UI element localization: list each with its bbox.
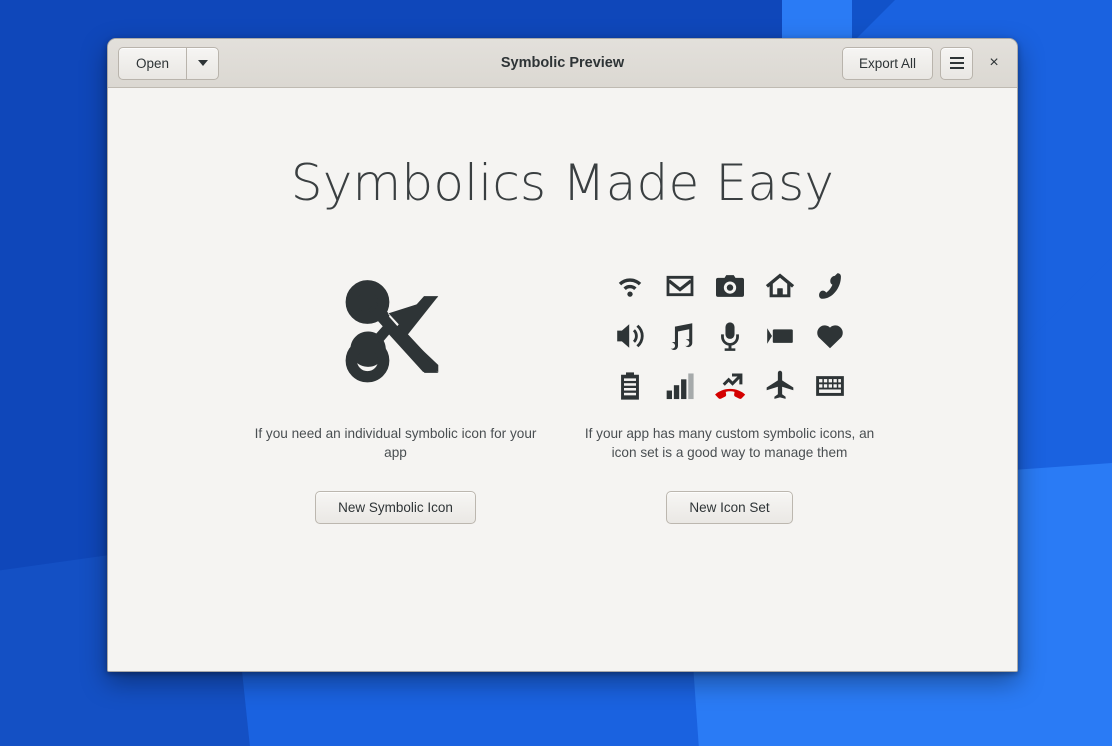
window-content: Symbolics Made Easy [108,88,1017,671]
keyboard-icon [814,370,846,402]
desktop-background: Open Symbolic Preview Export All × [0,0,1112,746]
home-icon [764,270,796,302]
video-camera-icon [764,320,796,352]
panels-container: If you need an individual symbolic icon … [108,256,1017,524]
export-all-button[interactable]: Export All [842,47,933,80]
heart-icon [814,320,846,352]
open-button-label: Open [136,56,169,71]
window-titlebar: Open Symbolic Preview Export All × [108,39,1017,88]
chevron-down-icon [198,60,208,66]
camera-icon [714,270,746,302]
application-window: Open Symbolic Preview Export All × [107,38,1018,672]
new-symbolic-icon-button[interactable]: New Symbolic Icon [315,491,476,524]
speaker-volume-icon [614,320,646,352]
panel-icon-set: If your app has many custom symbolic ico… [563,256,897,524]
icon-grid-art [605,256,855,416]
panel-symbolic-icon: If you need an individual symbolic icon … [229,256,563,524]
panel-icon-set-description: If your app has many custom symbolic ico… [580,424,880,462]
titlebar-right-controls: Export All × [842,47,1010,80]
cellular-signal-icon [664,370,696,402]
battery-icon [614,370,646,402]
scissors-art [337,256,455,416]
hamburger-menu-icon [950,57,964,69]
scissors-icon [337,273,455,400]
mail-icon [664,270,696,302]
close-icon: × [989,54,998,72]
export-all-button-label: Export All [859,56,916,71]
panel-symbolic-icon-description: If you need an individual symbolic icon … [246,424,546,462]
icon-grid [605,261,855,411]
music-note-icon [664,320,696,352]
new-symbolic-icon-button-label: New Symbolic Icon [338,500,453,515]
microphone-icon [714,320,746,352]
open-button[interactable]: Open [118,47,186,80]
close-window-button[interactable]: × [980,48,1008,78]
wifi-icon [614,270,646,302]
new-icon-set-button[interactable]: New Icon Set [666,491,792,524]
phone-icon [814,270,846,302]
open-dropdown-button[interactable] [186,47,219,80]
main-menu-button[interactable] [940,47,973,80]
call-missed-icon [714,370,746,402]
new-icon-set-button-label: New Icon Set [689,500,769,515]
open-split-button[interactable]: Open [118,47,219,80]
page-title: Symbolics Made Easy [291,154,834,212]
airplane-mode-icon [764,370,796,402]
